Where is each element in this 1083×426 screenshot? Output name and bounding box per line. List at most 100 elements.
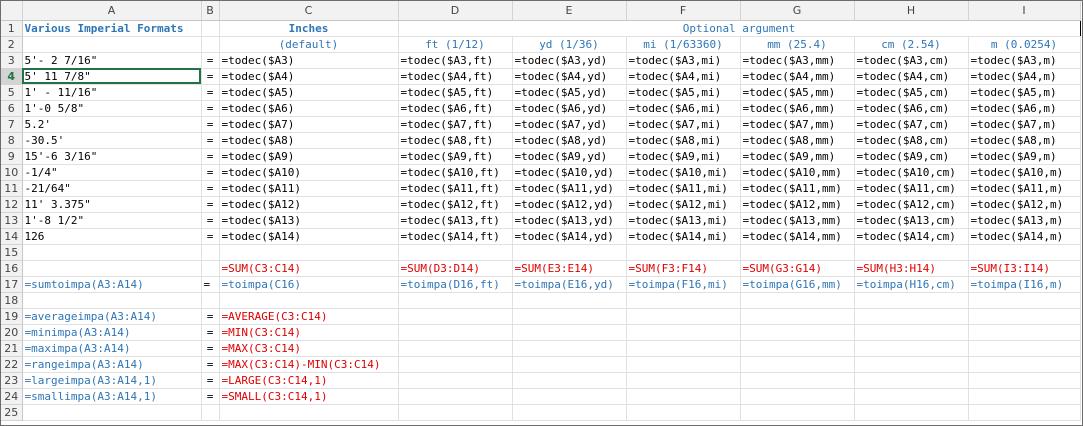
cell-i21[interactable] — [968, 340, 1081, 357]
cell-h5[interactable]: =todec($A5,cm) — [854, 84, 969, 101]
cell-f2[interactable]: mi (1/63360) — [626, 36, 741, 53]
cell-i10[interactable]: =todec($A10,m) — [968, 164, 1081, 181]
cell-b10[interactable]: = — [201, 164, 220, 181]
cell-e22[interactable] — [512, 356, 627, 373]
cell-f10[interactable]: =todec($A10,mi) — [626, 164, 741, 181]
cell-a25[interactable] — [22, 404, 202, 421]
cell-b12[interactable]: = — [201, 196, 220, 213]
cell-b25[interactable] — [201, 404, 220, 421]
column-header-h[interactable]: H — [854, 1, 969, 21]
column-header-g[interactable]: G — [740, 1, 855, 21]
cell-g6[interactable]: =todec($A6,mm) — [740, 100, 855, 117]
cell-c9[interactable]: =todec($A9) — [219, 148, 399, 165]
cell-d12[interactable]: =todec($A12,ft) — [398, 196, 513, 213]
row-header-1[interactable]: 1 — [1, 20, 23, 37]
cell-d13[interactable]: =todec($A13,ft) — [398, 212, 513, 229]
cell-c13[interactable]: =todec($A13) — [219, 212, 399, 229]
cell-c22[interactable]: =MAX(C3:C14)-MIN(C3:C14) — [219, 356, 399, 373]
cell-e12[interactable]: =todec($A12,yd) — [512, 196, 627, 213]
cell-a6[interactable]: 1'-0 5/8" — [21, 100, 202, 117]
cell-b7[interactable]: = — [201, 116, 220, 133]
cell-e21[interactable] — [512, 340, 627, 357]
cell-h22[interactable] — [854, 356, 969, 373]
row-header-22[interactable]: 22 — [1, 356, 23, 373]
cell-h18[interactable] — [854, 292, 969, 309]
cell-h7[interactable]: =todec($A7,cm) — [854, 116, 969, 133]
cell-g18[interactable] — [740, 292, 855, 309]
cell-h4[interactable]: =todec($A4,cm) — [854, 68, 969, 85]
row-header-24[interactable]: 24 — [1, 388, 23, 405]
cell-g25[interactable] — [740, 404, 855, 421]
cell-c23[interactable]: =LARGE(C3:C14,1) — [219, 372, 399, 389]
cell-e16[interactable]: =SUM(E3:E14) — [512, 260, 627, 277]
cell-h2[interactable]: cm (2.54) — [854, 36, 969, 53]
cell-g10[interactable]: =todec($A10,mm) — [740, 164, 855, 181]
cell-g11[interactable]: =todec($A11,mm) — [740, 180, 855, 197]
cell-c6[interactable]: =todec($A6) — [219, 100, 399, 117]
cell-b11[interactable]: = — [201, 180, 220, 197]
cell-h8[interactable]: =todec($A8,cm) — [854, 132, 969, 149]
cell-d7[interactable]: =todec($A7,ft) — [398, 116, 513, 133]
cell-c17[interactable]: =toimpa(C16) — [219, 276, 399, 293]
cell-e9[interactable]: =todec($A9,yd) — [512, 148, 627, 165]
cell-d10[interactable]: =todec($A10,ft) — [398, 164, 513, 181]
cell-i8[interactable]: =todec($A8,m) — [968, 132, 1081, 149]
column-header-d[interactable]: D — [398, 1, 513, 21]
row-header-14[interactable]: 14 — [1, 228, 23, 245]
cell-d15[interactable] — [398, 244, 513, 261]
row-header-7[interactable]: 7 — [1, 116, 23, 133]
cell-a7[interactable]: 5.2' — [21, 116, 202, 133]
cell-c1[interactable]: Inches — [219, 20, 399, 37]
row-header-16[interactable]: 16 — [1, 260, 23, 277]
cell-a3[interactable]: 5'- 2 7/16" — [21, 52, 202, 69]
column-header-b[interactable]: B — [201, 1, 220, 21]
cell-d22[interactable] — [398, 356, 513, 373]
cell-b16[interactable] — [201, 260, 220, 277]
cell-d11[interactable]: =todec($A11,ft) — [398, 180, 513, 197]
cell-f4[interactable]: =todec($A4,mi) — [626, 68, 741, 85]
cell-c2[interactable]: (default) — [219, 36, 399, 53]
cell-g4[interactable]: =todec($A4,mm) — [740, 68, 855, 85]
cell-c4[interactable]: =todec($A4) — [219, 68, 399, 85]
cell-e10[interactable]: =todec($A10,yd) — [512, 164, 627, 181]
cell-e2[interactable]: yd (1/36) — [512, 36, 627, 53]
row-header-8[interactable]: 8 — [1, 132, 23, 149]
cell-a1[interactable]: Various Imperial Formats — [22, 20, 202, 37]
row-header-19[interactable]: 19 — [1, 308, 23, 325]
row-header-13[interactable]: 13 — [1, 212, 23, 229]
row-header-12[interactable]: 12 — [1, 196, 23, 213]
cell-g21[interactable] — [740, 340, 855, 357]
row-header-11[interactable]: 11 — [1, 180, 23, 197]
cell-i5[interactable]: =todec($A5,m) — [968, 84, 1081, 101]
cell-b23[interactable]: = — [201, 372, 220, 389]
cell-a5[interactable]: 1' - 11/16" — [21, 84, 202, 101]
cell-g19[interactable] — [740, 308, 855, 325]
cell-a9[interactable]: 15'-6 3/16" — [21, 148, 202, 165]
cell-f9[interactable]: =todec($A9,mi) — [626, 148, 741, 165]
cell-e3[interactable]: =todec($A3,yd) — [512, 52, 627, 69]
cell-i15[interactable] — [968, 244, 1081, 261]
cell-i19[interactable] — [968, 308, 1081, 325]
cell-e17[interactable]: =toimpa(E16,yd) — [512, 276, 627, 293]
cell-b5[interactable]: = — [201, 84, 220, 101]
cell-i6[interactable]: =todec($A6,m) — [968, 100, 1081, 117]
cell-a14[interactable]: 126 — [21, 228, 202, 245]
cell-h13[interactable]: =todec($A13,cm) — [854, 212, 969, 229]
cell-f8[interactable]: =todec($A8,mi) — [626, 132, 741, 149]
cell-c21[interactable]: =MAX(C3:C14) — [219, 340, 399, 357]
cell-f6[interactable]: =todec($A6,mi) — [626, 100, 741, 117]
cell-c15[interactable] — [219, 244, 399, 261]
cell-g9[interactable]: =todec($A9,mm) — [740, 148, 855, 165]
cell-c10[interactable]: =todec($A10) — [219, 164, 399, 181]
cell-b2[interactable] — [201, 36, 220, 53]
row-header-6[interactable]: 6 — [1, 100, 23, 117]
cell-h12[interactable]: =todec($A12,cm) — [854, 196, 969, 213]
cell-h19[interactable] — [854, 308, 969, 325]
cell-d9[interactable]: =todec($A9,ft) — [398, 148, 513, 165]
cell-i12[interactable]: =todec($A12,m) — [968, 196, 1081, 213]
cell-e14[interactable]: =todec($A14,yd) — [512, 228, 627, 245]
cell-h23[interactable] — [854, 372, 969, 389]
cell-i22[interactable] — [968, 356, 1081, 373]
cell-a24[interactable]: =smallimpa(A3:A14,1) — [22, 388, 202, 405]
cell-b3[interactable]: = — [201, 52, 220, 69]
